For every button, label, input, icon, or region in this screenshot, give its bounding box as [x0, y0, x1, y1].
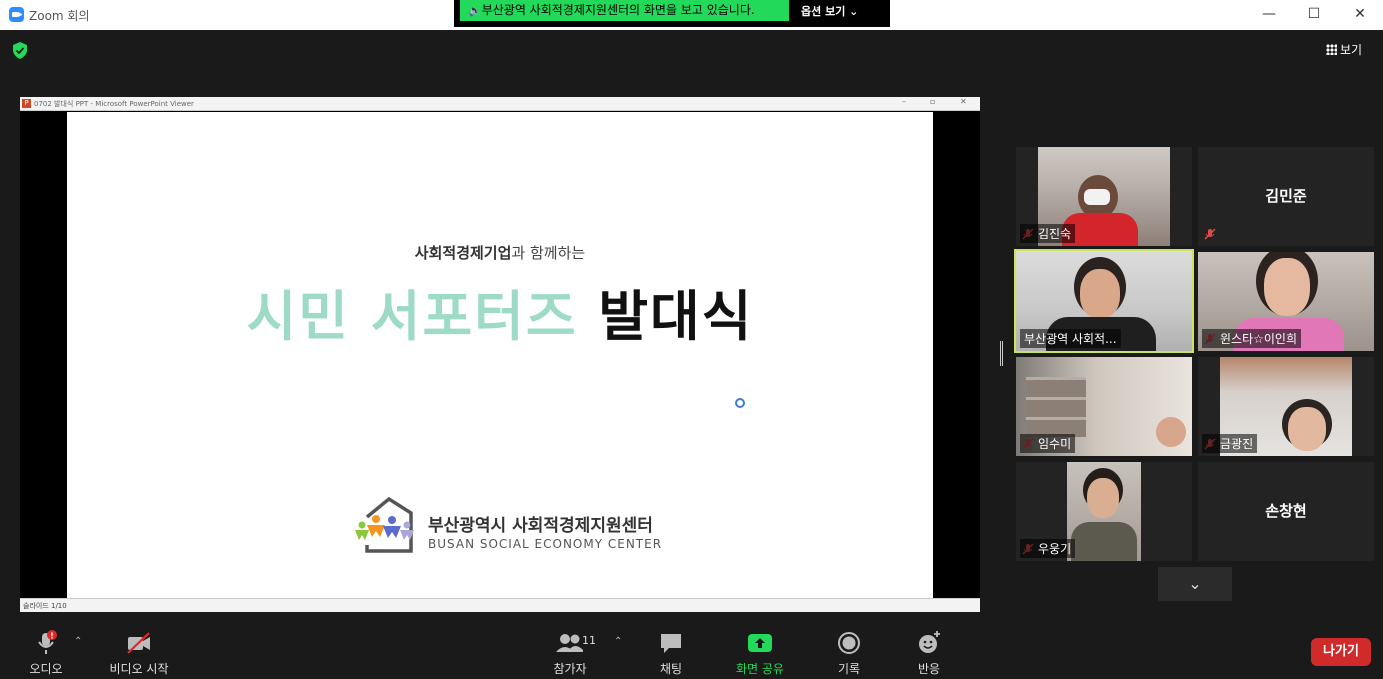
- audio-options-caret[interactable]: ⌃: [74, 636, 82, 647]
- minimize-button[interactable]: —: [1259, 4, 1279, 24]
- participant-name: 금광진: [1202, 434, 1258, 453]
- microphone-icon: !: [38, 630, 57, 654]
- record-button[interactable]: 기록: [829, 630, 869, 677]
- share-status-text: 부산광역 사회적경제지원센터의 화면을 보고 있습니다.: [481, 3, 755, 17]
- record-icon: [838, 632, 860, 654]
- speaker-icon: 🔈: [468, 4, 482, 17]
- participant-video: [1067, 462, 1141, 561]
- participant-tile[interactable]: 금광진: [1198, 357, 1374, 456]
- audio-alert-text: !: [50, 632, 54, 641]
- smiley-plus-icon: [919, 631, 940, 653]
- ppt-close-icon: ✕: [960, 97, 967, 106]
- audio-label: 오디오: [29, 662, 63, 676]
- shared-screen: P 0702 발대식 PPT - Microsoft PowerPoint Vi…: [20, 97, 980, 612]
- participants-label: 참가자: [553, 662, 587, 676]
- panel-resize-handle[interactable]: [1000, 341, 1003, 366]
- chat-bubble-icon: [661, 634, 681, 653]
- participant-name: 우웅기: [1020, 539, 1076, 558]
- subtitle-bold: 사회적경제기업: [414, 244, 512, 262]
- next-page-chevron-button[interactable]: ⌄: [1158, 567, 1232, 601]
- share-status: 🔈부산광역 사회적경제지원센터의 화면을 보고 있습니다.: [460, 0, 789, 21]
- logo-korean: 부산광역시 사회적경제지원센터: [428, 516, 653, 536]
- reactions-label: 반응: [917, 662, 941, 676]
- participant-name: 부산광역 사회적...: [1020, 329, 1121, 348]
- participant-tile[interactable]: 김민준: [1198, 147, 1374, 246]
- slide-title: 시민 서포터즈 발대식: [67, 272, 933, 351]
- ppt-titlebar: P 0702 발대식 PPT - Microsoft PowerPoint Vi…: [20, 97, 980, 111]
- title-black: 발대식: [598, 285, 754, 348]
- slide: 사회적경제기업과 함께하는 시민 서포터즈 발대식 부산광역시 사회적경제지원센…: [67, 112, 933, 598]
- share-screen-icon: [748, 634, 772, 652]
- start-video-button[interactable]: 비디오 시작: [104, 630, 174, 677]
- participant-tile[interactable]: 우웅기: [1016, 462, 1192, 561]
- screen-share-banner: 🔈부산광역 사회적경제지원센터의 화면을 보고 있습니다. 옵션 보기 ⌄: [454, 0, 890, 27]
- share-label: 화면 공유: [736, 662, 784, 676]
- participants-icon: [556, 634, 583, 652]
- participant-tile[interactable]: 손창현: [1198, 462, 1374, 561]
- subtitle-rest: 과 함께하는: [511, 244, 586, 262]
- chat-label: 채팅: [659, 662, 683, 676]
- powerpoint-icon: P: [22, 99, 31, 108]
- view-options-button[interactable]: 옵션 보기 ⌄: [801, 3, 858, 19]
- share-screen-button[interactable]: 화면 공유: [730, 630, 790, 677]
- participants-count: 11: [582, 634, 596, 647]
- participants-options-caret[interactable]: ⌃: [614, 636, 622, 647]
- ppt-maximize-icon: ▫: [930, 97, 936, 106]
- leave-meeting-button[interactable]: 나가기: [1311, 638, 1371, 666]
- house-people-logo-icon: [355, 496, 414, 553]
- participant-tile-active-speaker[interactable]: 부산광역 사회적...: [1014, 249, 1194, 353]
- logo-english: BUSAN SOCIAL ECONOMY CENTER: [428, 537, 663, 551]
- center-logo: 부산광역시 사회적경제지원센터 BUSAN SOCIAL ECONOMY CEN…: [352, 495, 661, 557]
- participant-name: 임수미: [1020, 434, 1076, 453]
- audio-button[interactable]: ! 오디오: [22, 630, 70, 677]
- close-window-button[interactable]: ✕: [1350, 4, 1370, 24]
- title-green: 시민 서포터즈: [246, 285, 578, 348]
- reactions-button[interactable]: 반응: [909, 630, 949, 677]
- security-shield-icon[interactable]: [12, 42, 28, 59]
- cursor-icon: [735, 398, 745, 408]
- participant-tile[interactable]: 김진숙: [1016, 147, 1192, 246]
- video-off-icon: [127, 632, 150, 654]
- grid-icon: [1326, 44, 1337, 55]
- participant-center-name: 손창현: [1265, 502, 1307, 520]
- participant-tile[interactable]: 윈스타☆이인희: [1198, 252, 1374, 351]
- chat-button[interactable]: 채팅: [651, 630, 691, 677]
- ppt-minimize-icon: –: [902, 97, 906, 106]
- slide-subtitle: 사회적경제기업과 함께하는: [67, 242, 933, 263]
- slide-counter: 슬라이드 1/10: [23, 602, 67, 610]
- zoom-app-icon: [9, 7, 24, 22]
- video-label: 비디오 시작: [109, 662, 169, 676]
- maximize-button[interactable]: ☐: [1304, 4, 1324, 24]
- record-label: 기록: [837, 662, 861, 676]
- ppt-statusbar: 슬라이드 1/10: [20, 598, 980, 612]
- window-title: Zoom 회의: [29, 9, 90, 23]
- ppt-window-title: 0702 발대식 PPT - Microsoft PowerPoint View…: [34, 100, 194, 108]
- muted-mic-icon: [1204, 228, 1216, 240]
- view-layout-button[interactable]: 보기: [1326, 41, 1362, 58]
- participant-center-name: 김민준: [1265, 187, 1307, 205]
- participant-tile[interactable]: 임수미: [1016, 357, 1192, 456]
- participant-name: 윈스타☆이인희: [1202, 329, 1301, 348]
- participant-name: 김진숙: [1020, 224, 1076, 243]
- view-label: 보기: [1340, 43, 1363, 57]
